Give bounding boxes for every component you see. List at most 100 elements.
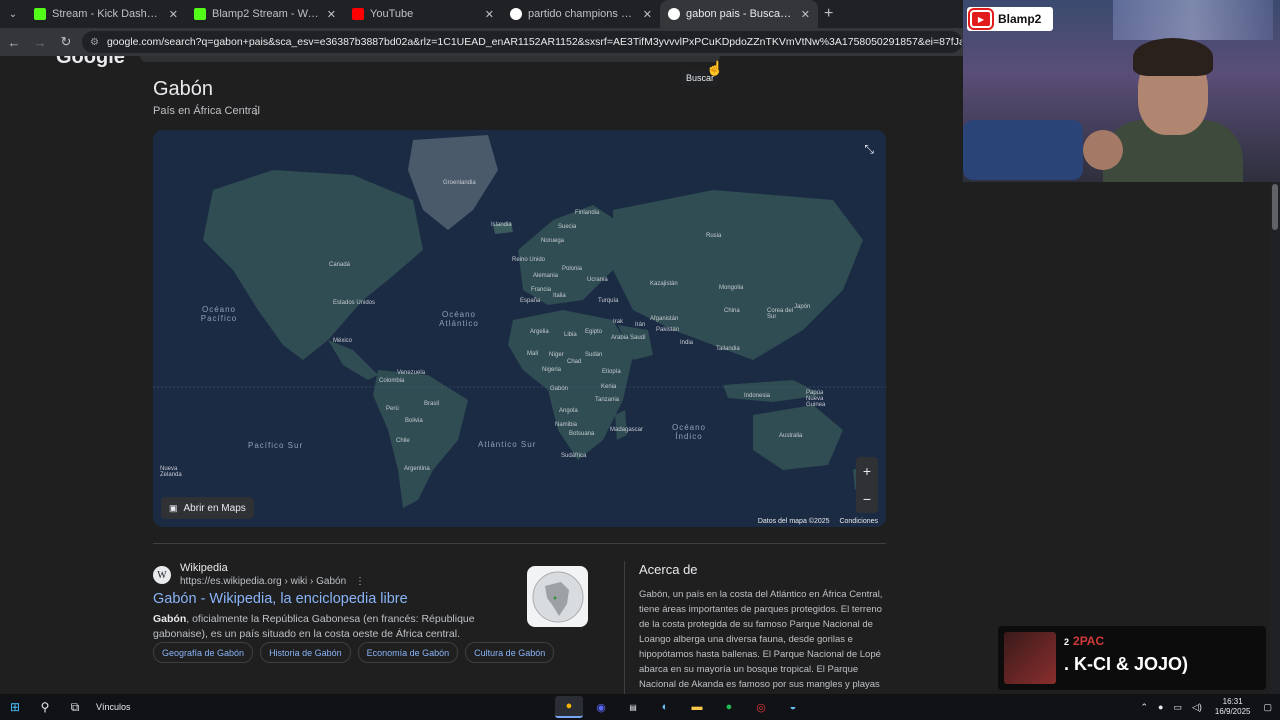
collapse-map-icon[interactable]: ⤡ — [864, 142, 874, 157]
map-label: España — [520, 298, 541, 304]
result-source-name[interactable]: Wikipedia — [180, 562, 228, 574]
result-title-link[interactable]: Gabón - Wikipedia, la enciclopedia libre — [153, 591, 408, 607]
windows-start-icon[interactable]: ⊞ — [0, 694, 30, 720]
result-snippet: Gabón, oficialmente la República Gabones… — [153, 612, 513, 642]
map-label-ocean: Océano Índico — [671, 423, 707, 441]
map-label: Malí — [527, 351, 539, 357]
tab-kick-stream[interactable]: Blamp2 Stream - Watch Live on Kick ✕ — [186, 0, 344, 28]
more-options-icon[interactable]: ⋮ — [250, 103, 262, 117]
map-label: Canadá — [329, 262, 351, 268]
steam-client-icon[interactable]: ◒ — [779, 696, 807, 718]
map-label: Nigeria — [542, 367, 562, 373]
page-scrollbar[interactable] — [1270, 182, 1280, 694]
steam-icon[interactable]: ◐ — [651, 696, 679, 718]
tab-kick-dashboard[interactable]: Stream - Kick Dashboard ✕ — [26, 0, 186, 28]
open-in-maps-label: Abrir en Maps — [183, 502, 246, 514]
artist-prefix: 2 — [1064, 637, 1070, 647]
google-logo[interactable]: Google — [56, 56, 125, 69]
map-label: Suecia — [558, 224, 577, 230]
network-icon[interactable]: ▭ — [1173, 702, 1182, 713]
tab-title: gabon pais - Buscar con Google — [686, 8, 795, 20]
app-red-icon[interactable]: ◎ — [747, 696, 775, 718]
map-label: Italia — [553, 293, 566, 299]
show-hidden-icons-icon[interactable]: ⌃ — [1140, 702, 1148, 713]
chip-economia[interactable]: Economía de Gabón — [357, 642, 459, 663]
globe-thumbnail[interactable] — [527, 566, 588, 627]
map-label: Australia — [779, 433, 803, 439]
tab-title: Stream - Kick Dashboard — [52, 8, 163, 20]
volume-icon[interactable]: ◁) — [1192, 702, 1202, 713]
map-icon: ▣ — [169, 502, 178, 513]
world-map[interactable]: Groenlandia Islandia Finlandia Suecia No… — [153, 130, 886, 527]
chip-historia[interactable]: Historia de Gabón — [260, 642, 351, 663]
map-label: Rusia — [706, 233, 722, 239]
map-label: Chad — [567, 359, 582, 365]
map-terms-link[interactable]: Condiciones — [839, 518, 878, 525]
tab-title: YouTube — [370, 8, 414, 20]
close-tab-icon[interactable]: ✕ — [327, 8, 336, 21]
spotify-icon[interactable]: ● — [715, 696, 743, 718]
map-label: Madagascar — [610, 427, 644, 433]
map-label: Estados Unidos — [333, 300, 376, 306]
channel-badge: ▶ Blamp2 — [967, 7, 1054, 31]
scrollbar-thumb[interactable] — [1272, 184, 1278, 230]
map-label: Chile — [396, 438, 410, 444]
tab-partido-champions[interactable]: partido champions hoy - Buscar ✕ — [502, 0, 660, 28]
map-label: Nueva Zelanda — [160, 466, 182, 478]
streamer-hand — [1083, 130, 1123, 170]
map-label: Bolivia — [405, 418, 423, 424]
chip-geografia[interactable]: Geografía de Gabón — [153, 642, 254, 663]
map-data-credit: Datos del mapa ©2025 — [757, 518, 830, 525]
zoom-in-icon[interactable]: + — [863, 463, 871, 479]
close-tab-icon[interactable]: ✕ — [169, 8, 178, 21]
zoom-out-icon[interactable]: − — [863, 491, 871, 507]
map-label: Papúa Nueva Guinea — [806, 390, 826, 408]
notifications-icon[interactable]: ▢ — [1263, 702, 1272, 713]
map-label: Colombia — [379, 378, 405, 384]
discord-icon[interactable]: ◉ — [587, 696, 615, 718]
map-label: Namibia — [555, 422, 578, 428]
map-label: Argentina — [404, 466, 430, 472]
map-label: China — [724, 308, 740, 314]
close-tab-icon[interactable]: ✕ — [643, 8, 652, 21]
about-description: Gabón, un país en la costa del Atlántico… — [639, 589, 883, 690]
result-source-url[interactable]: https://es.wikipedia.org › wiki › Gabón … — [180, 576, 365, 587]
result-options-icon[interactable]: ⋮ — [355, 576, 365, 587]
task-view-icon[interactable]: ⧉ — [60, 694, 90, 720]
forward-arrow-icon[interactable]: → — [28, 35, 52, 50]
address-bar[interactable]: ⚙ google.com/search?q=gabon+pais&sca_esv… — [82, 31, 962, 53]
search-box[interactable] — [140, 56, 720, 62]
channel-name: Blamp2 — [998, 12, 1042, 26]
clock-time: 16:31 — [1222, 697, 1243, 706]
tab-youtube[interactable]: YouTube ✕ — [344, 0, 502, 28]
site-info-icon[interactable]: ⚙ — [90, 37, 99, 48]
links-toolbar-label[interactable]: Vínculos — [96, 702, 131, 712]
map-label: Groenlandia — [443, 180, 476, 186]
open-in-maps-button[interactable]: ▣ Abrir en Maps — [161, 497, 254, 519]
tab-gabon-pais[interactable]: gabon pais - Buscar con Google ✕ — [660, 0, 818, 28]
close-tab-icon[interactable]: ✕ — [485, 8, 494, 21]
map-label: Alemania — [533, 273, 559, 279]
close-tab-icon[interactable]: ✕ — [801, 8, 810, 21]
map-label: Pakistán — [656, 327, 680, 333]
tab-title: Blamp2 Stream - Watch Live on Kick — [212, 8, 321, 20]
chrome-icon[interactable]: ● — [555, 696, 583, 718]
search-icon[interactable]: ⚲ — [30, 694, 60, 720]
map-label: Níger — [549, 352, 564, 358]
clock[interactable]: 16:31 16/9/2025 — [1215, 697, 1251, 717]
back-arrow-icon[interactable]: ← — [2, 35, 26, 50]
chip-cultura[interactable]: Cultura de Gabón — [465, 642, 555, 663]
microphone-icon[interactable]: ● — [1158, 702, 1163, 712]
tab-search-button[interactable]: ⌄ — [0, 0, 26, 28]
map-label-ocean: Océano Pacífico — [200, 305, 238, 323]
reload-icon[interactable]: ↻ — [54, 34, 78, 50]
epic-games-icon[interactable]: ▤ — [619, 696, 647, 718]
map-label-ocean: Pacífico Sur — [248, 441, 304, 450]
windows-taskbar: ⊞ ⚲ ⧉ Vínculos ● ◉ ▤ ◐ ▬ ● ◎ ◒ ⌃ ● ▭ ◁) … — [0, 694, 1280, 720]
map-landmasses — [153, 135, 886, 508]
map-label: Tailandia — [716, 346, 740, 352]
section-divider — [153, 543, 886, 544]
map-label: Irán — [635, 322, 646, 328]
new-tab-icon[interactable]: + — [824, 5, 833, 23]
file-explorer-icon[interactable]: ▬ — [683, 696, 711, 718]
